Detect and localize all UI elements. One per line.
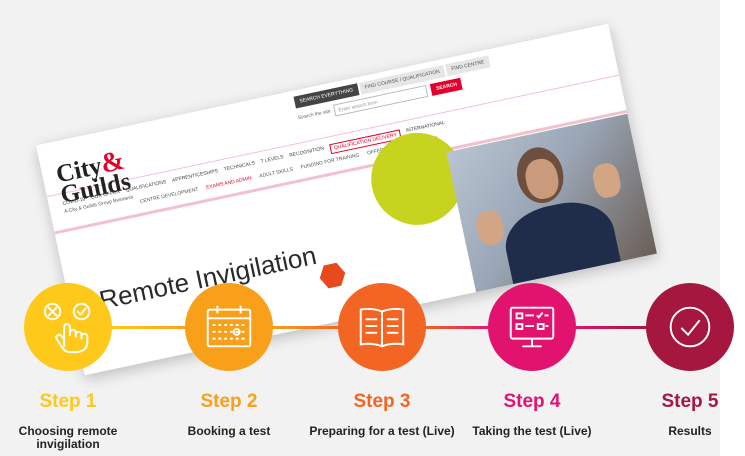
step-3-circle [338, 283, 426, 371]
util-tab-find-centre[interactable]: FIND CENTRE [445, 55, 491, 77]
search-label: Search the site [297, 108, 332, 122]
step-3-description: Preparing for a test (Live) [309, 424, 455, 438]
check-circle-icon [669, 306, 711, 348]
step-1-description: Choosing remote invigilation [18, 424, 118, 451]
timeline-connector-2 [270, 326, 342, 329]
step-2-title: Step 2 [200, 391, 258, 412]
step-2-circle [185, 283, 273, 371]
step-1-title: Step 1 [39, 391, 97, 412]
timeline-connector-3 [424, 326, 492, 329]
step-2-description: Booking a test [187, 424, 271, 438]
step-3-title: Step 3 [353, 391, 411, 412]
hand-touch-icon [43, 302, 91, 354]
step-5-description: Results [668, 424, 712, 438]
orange-hexagon-decoration [317, 260, 348, 291]
step-4-title: Step 4 [503, 391, 561, 412]
monitor-checklist-icon [509, 306, 555, 348]
search-button[interactable]: SEARCH [430, 77, 464, 96]
step-1-circle [24, 283, 112, 371]
step-5-circle [646, 283, 734, 371]
step-4-description: Taking the test (Live) [472, 424, 592, 438]
step-4-circle [488, 283, 576, 371]
nav-item-t-levels[interactable]: T LEVELS [260, 154, 285, 169]
subnav-item-adult-skills[interactable]: ADULT SKILLS [259, 167, 294, 180]
timeline-connector-1 [110, 326, 190, 329]
calendar-icon [206, 305, 252, 348]
step-5-title: Step 5 [661, 391, 719, 412]
open-book-icon [359, 307, 405, 348]
timeline-connector-4 [574, 326, 650, 329]
